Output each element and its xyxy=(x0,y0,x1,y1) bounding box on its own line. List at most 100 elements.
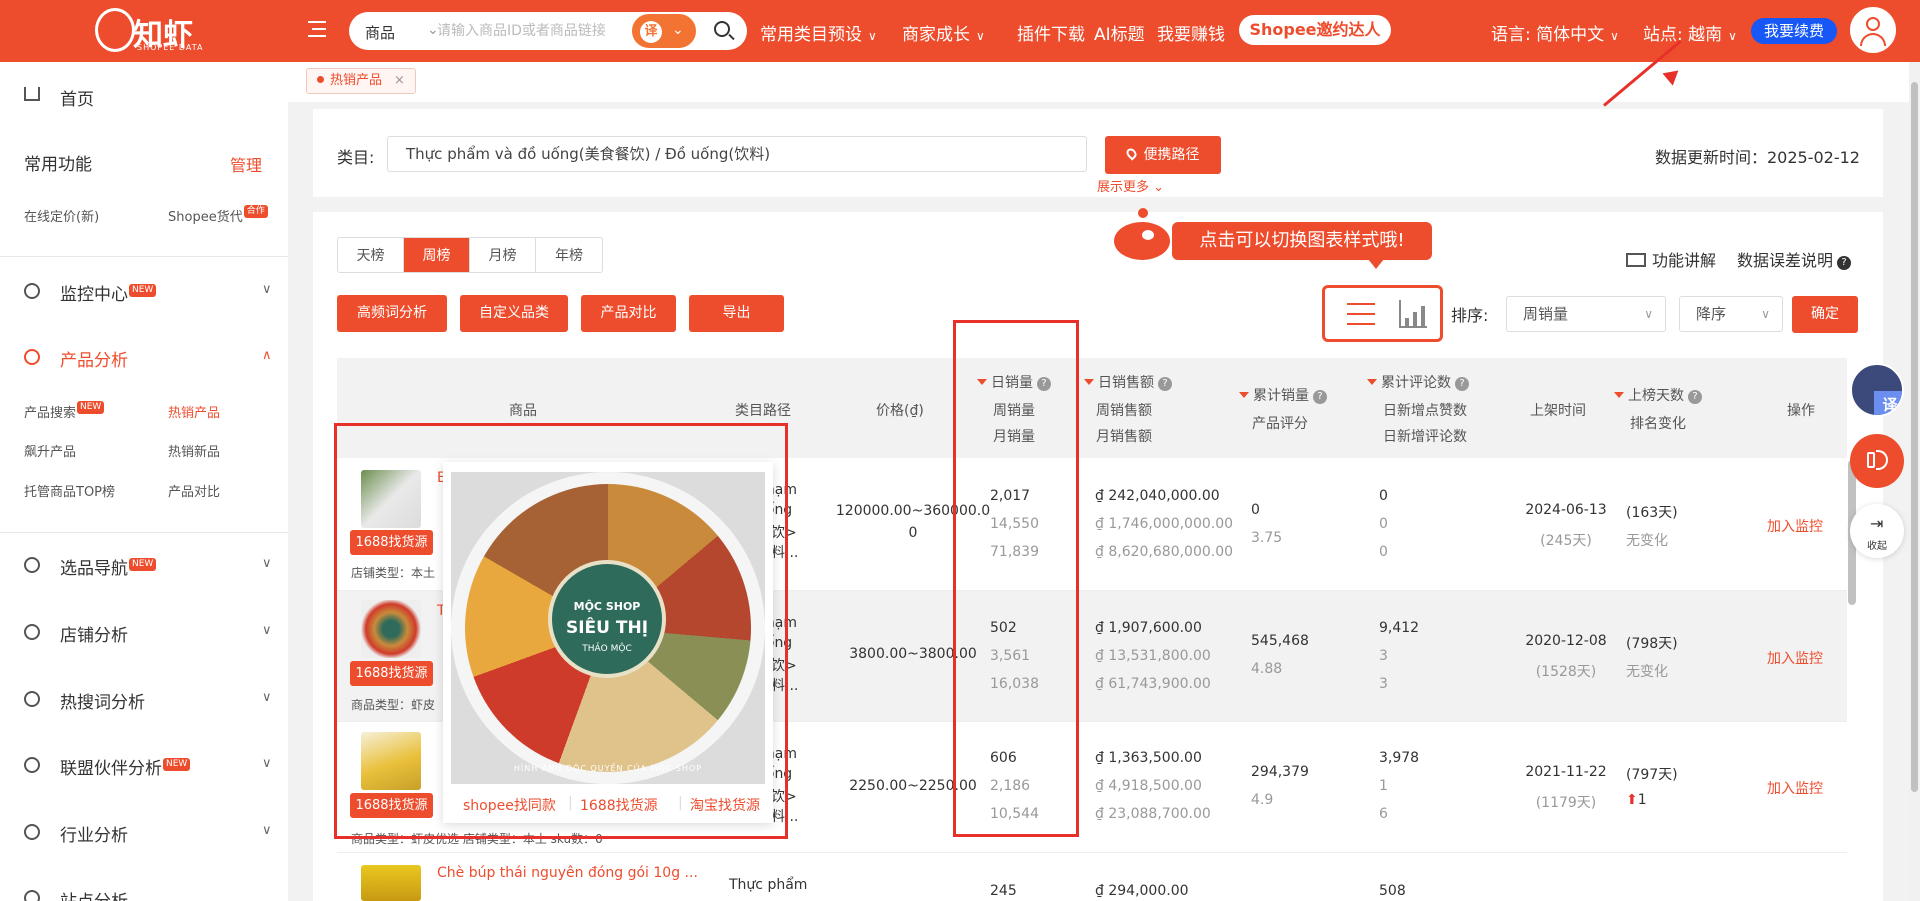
daily-likes: 1 xyxy=(1379,778,1388,794)
rank-change: ⬆1 xyxy=(1626,792,1647,808)
translate-toggle[interactable]: 译 ⌄ xyxy=(631,13,697,49)
function-guide-link[interactable]: 功能讲解 xyxy=(1626,247,1716,271)
home-icon xyxy=(24,87,40,101)
language-label: 语言: 简体中文 xyxy=(1491,25,1605,45)
col-monthly-revenue: 月销售额 xyxy=(1096,429,1152,445)
nav-ai-title[interactable]: AI标题 xyxy=(1094,20,1145,45)
compare-button[interactable]: 产品对比 xyxy=(581,295,676,332)
brand-logo[interactable]: 知虾 SHOPEE DATA xyxy=(95,8,235,54)
rating: 4.9 xyxy=(1251,792,1274,808)
add-monitor-link[interactable]: 加入监控 xyxy=(1767,778,1823,798)
quick-link-pricing[interactable]: 在线定价(新) xyxy=(24,206,99,225)
page-tab-hot-products[interactable]: 热销产品 × xyxy=(306,68,416,94)
tab-label: 热销产品 xyxy=(330,73,383,88)
collapse-icon: ⇥ xyxy=(1870,514,1884,533)
tab-year[interactable]: 年榜 xyxy=(536,238,602,272)
daily-reviews: 3 xyxy=(1379,676,1388,692)
user-avatar-icon[interactable] xyxy=(1850,7,1896,53)
col-cumulative-sales[interactable]: 累计销量? xyxy=(1239,385,1327,405)
nav-merchant-growth[interactable]: 商家成长 ∨ xyxy=(902,20,985,45)
page-scrollbar[interactable] xyxy=(1909,62,1920,901)
tab-month[interactable]: 月榜 xyxy=(470,238,536,272)
search-button[interactable] xyxy=(701,15,745,47)
add-monitor-link[interactable]: 加入监控 xyxy=(1767,516,1823,536)
product-thumbnail[interactable] xyxy=(361,865,421,901)
collapse-label: 收起 xyxy=(1867,541,1887,552)
translate-icon: 译 xyxy=(1874,391,1902,415)
sort-order-select[interactable]: 降序 ∨ xyxy=(1679,296,1783,332)
assistant-avatar[interactable]: 译 xyxy=(1850,363,1904,417)
list-view-icon[interactable] xyxy=(1347,303,1375,325)
quick-path-button[interactable]: 便携路径 xyxy=(1105,136,1221,174)
sidebar-sub-compare[interactable]: 产品对比 xyxy=(168,481,220,500)
custom-category-button[interactable]: 自定义品类 xyxy=(460,295,568,332)
language-select[interactable]: 语言: 简体中文 ∨ xyxy=(1491,20,1619,45)
sidebar-sub-hot-products[interactable]: 热销产品 xyxy=(168,402,220,421)
quick-link-forwarder[interactable]: Shopee货代 合作 xyxy=(168,205,268,226)
sort-field-select[interactable]: 周销量 ∨ xyxy=(1506,296,1666,332)
sidebar-sub-top-managed[interactable]: 托管商品TOP榜 xyxy=(24,481,115,500)
col-daily-reviews: 日新增评论数 xyxy=(1383,429,1467,445)
button-label: 便携路径 xyxy=(1143,147,1200,163)
help-icon: ? xyxy=(1837,256,1852,270)
sort-down-icon xyxy=(1084,379,1094,385)
rating: 3.75 xyxy=(1251,530,1283,546)
product-name[interactable]: Chè búp thái nguyên đóng gói 10g ... xyxy=(437,865,698,881)
keyword-analysis-button[interactable]: 高频词分析 xyxy=(337,295,447,332)
cumulative-sales: 545,468 xyxy=(1251,633,1309,649)
col-weekly-revenue: 周销售额 xyxy=(1096,403,1152,419)
listed-age: (1528天) xyxy=(1535,664,1597,680)
search-input[interactable] xyxy=(437,18,637,44)
category-field[interactable]: Thực phẩm và đồ uống(美食餐饮) / Đồ uống(饮料) xyxy=(387,136,1087,172)
col-days-on-list[interactable]: 上榜天数? xyxy=(1614,385,1702,405)
sidebar-sub-product-search[interactable]: 产品搜索 NEW xyxy=(24,401,105,422)
nav-label: 常用类目预设 xyxy=(760,25,862,45)
nav-label: 商家成长 xyxy=(902,25,970,45)
divider xyxy=(0,532,288,533)
close-icon[interactable]: × xyxy=(394,73,405,88)
search-type-select[interactable]: 商品 ⌄ xyxy=(365,22,439,43)
divider xyxy=(0,256,288,257)
col-reviews[interactable]: 累计评论数? xyxy=(1367,372,1469,392)
compass-icon xyxy=(24,557,40,573)
col-product: 商品 xyxy=(509,403,537,419)
sidebar-sub-rising[interactable]: 飙升产品 xyxy=(24,441,76,460)
col-daily-revenue[interactable]: 日销售额? xyxy=(1084,372,1172,392)
listed-date: 2024-06-13 xyxy=(1525,502,1607,518)
listed-date: 2020-12-08 xyxy=(1525,633,1607,649)
show-more-link[interactable]: 展示更多 ⌄ xyxy=(1097,176,1164,195)
sort-label: 排序: xyxy=(1451,306,1489,325)
update-time: 数据更新时间：2025-02-12 xyxy=(1655,148,1860,167)
collapse-button[interactable]: ⇥ 收起 xyxy=(1850,504,1904,558)
sidebar-item-label: 站点分析 xyxy=(60,887,128,901)
nav-category-preset[interactable]: 常用类目预设 ∨ xyxy=(760,20,877,45)
chevron-down-icon: ∨ xyxy=(1610,29,1619,43)
sidebar: 首页 常用功能 管理 在线定价(新) Shopee货代 合作 监控中心 NEW ∨ … xyxy=(0,62,288,901)
cube-icon xyxy=(24,757,40,773)
tab-day[interactable]: 天榜 xyxy=(338,238,404,272)
daily-revenue: ₫ 242,040,000.00 xyxy=(1095,488,1220,504)
weekly-revenue: ₫ 1,746,000,000.00 xyxy=(1095,516,1234,532)
nav-plugin-download[interactable]: 插件下载 xyxy=(1017,20,1085,45)
confirm-sort-button[interactable]: 确定 xyxy=(1792,296,1858,333)
chart-view-icon[interactable] xyxy=(1399,300,1427,328)
new-badge: NEW xyxy=(129,284,157,297)
tab-week[interactable]: 周榜 xyxy=(404,238,470,272)
error-explain-link[interactable]: 数据误差说明? xyxy=(1737,247,1852,271)
chevron-down-icon: ∨ xyxy=(262,756,272,771)
col-listed-time: 上架时间 xyxy=(1530,403,1586,419)
daily-reviews: 6 xyxy=(1379,806,1388,822)
nav-earn-money[interactable]: 我要赚钱 xyxy=(1157,20,1225,45)
weekly-revenue: ₫ 13,531,800.00 xyxy=(1095,648,1211,664)
active-dot-icon xyxy=(317,76,324,83)
menu-toggle-icon[interactable] xyxy=(308,21,326,37)
export-button[interactable]: 导出 xyxy=(689,295,784,332)
sidebar-sub-new-hot[interactable]: 热销新品 xyxy=(168,441,220,460)
invite-influencer-button[interactable]: Shopee邀约达人 xyxy=(1239,15,1391,45)
speaker-icon[interactable] xyxy=(1850,434,1904,488)
manage-link[interactable]: 管理 xyxy=(230,152,262,176)
add-monitor-link[interactable]: 加入监控 xyxy=(1767,648,1823,668)
site-select[interactable]: 站点: 越南 ∨ xyxy=(1643,20,1737,45)
renew-button[interactable]: 我要续费 xyxy=(1751,18,1837,44)
chevron-down-icon: ∨ xyxy=(1761,307,1770,321)
